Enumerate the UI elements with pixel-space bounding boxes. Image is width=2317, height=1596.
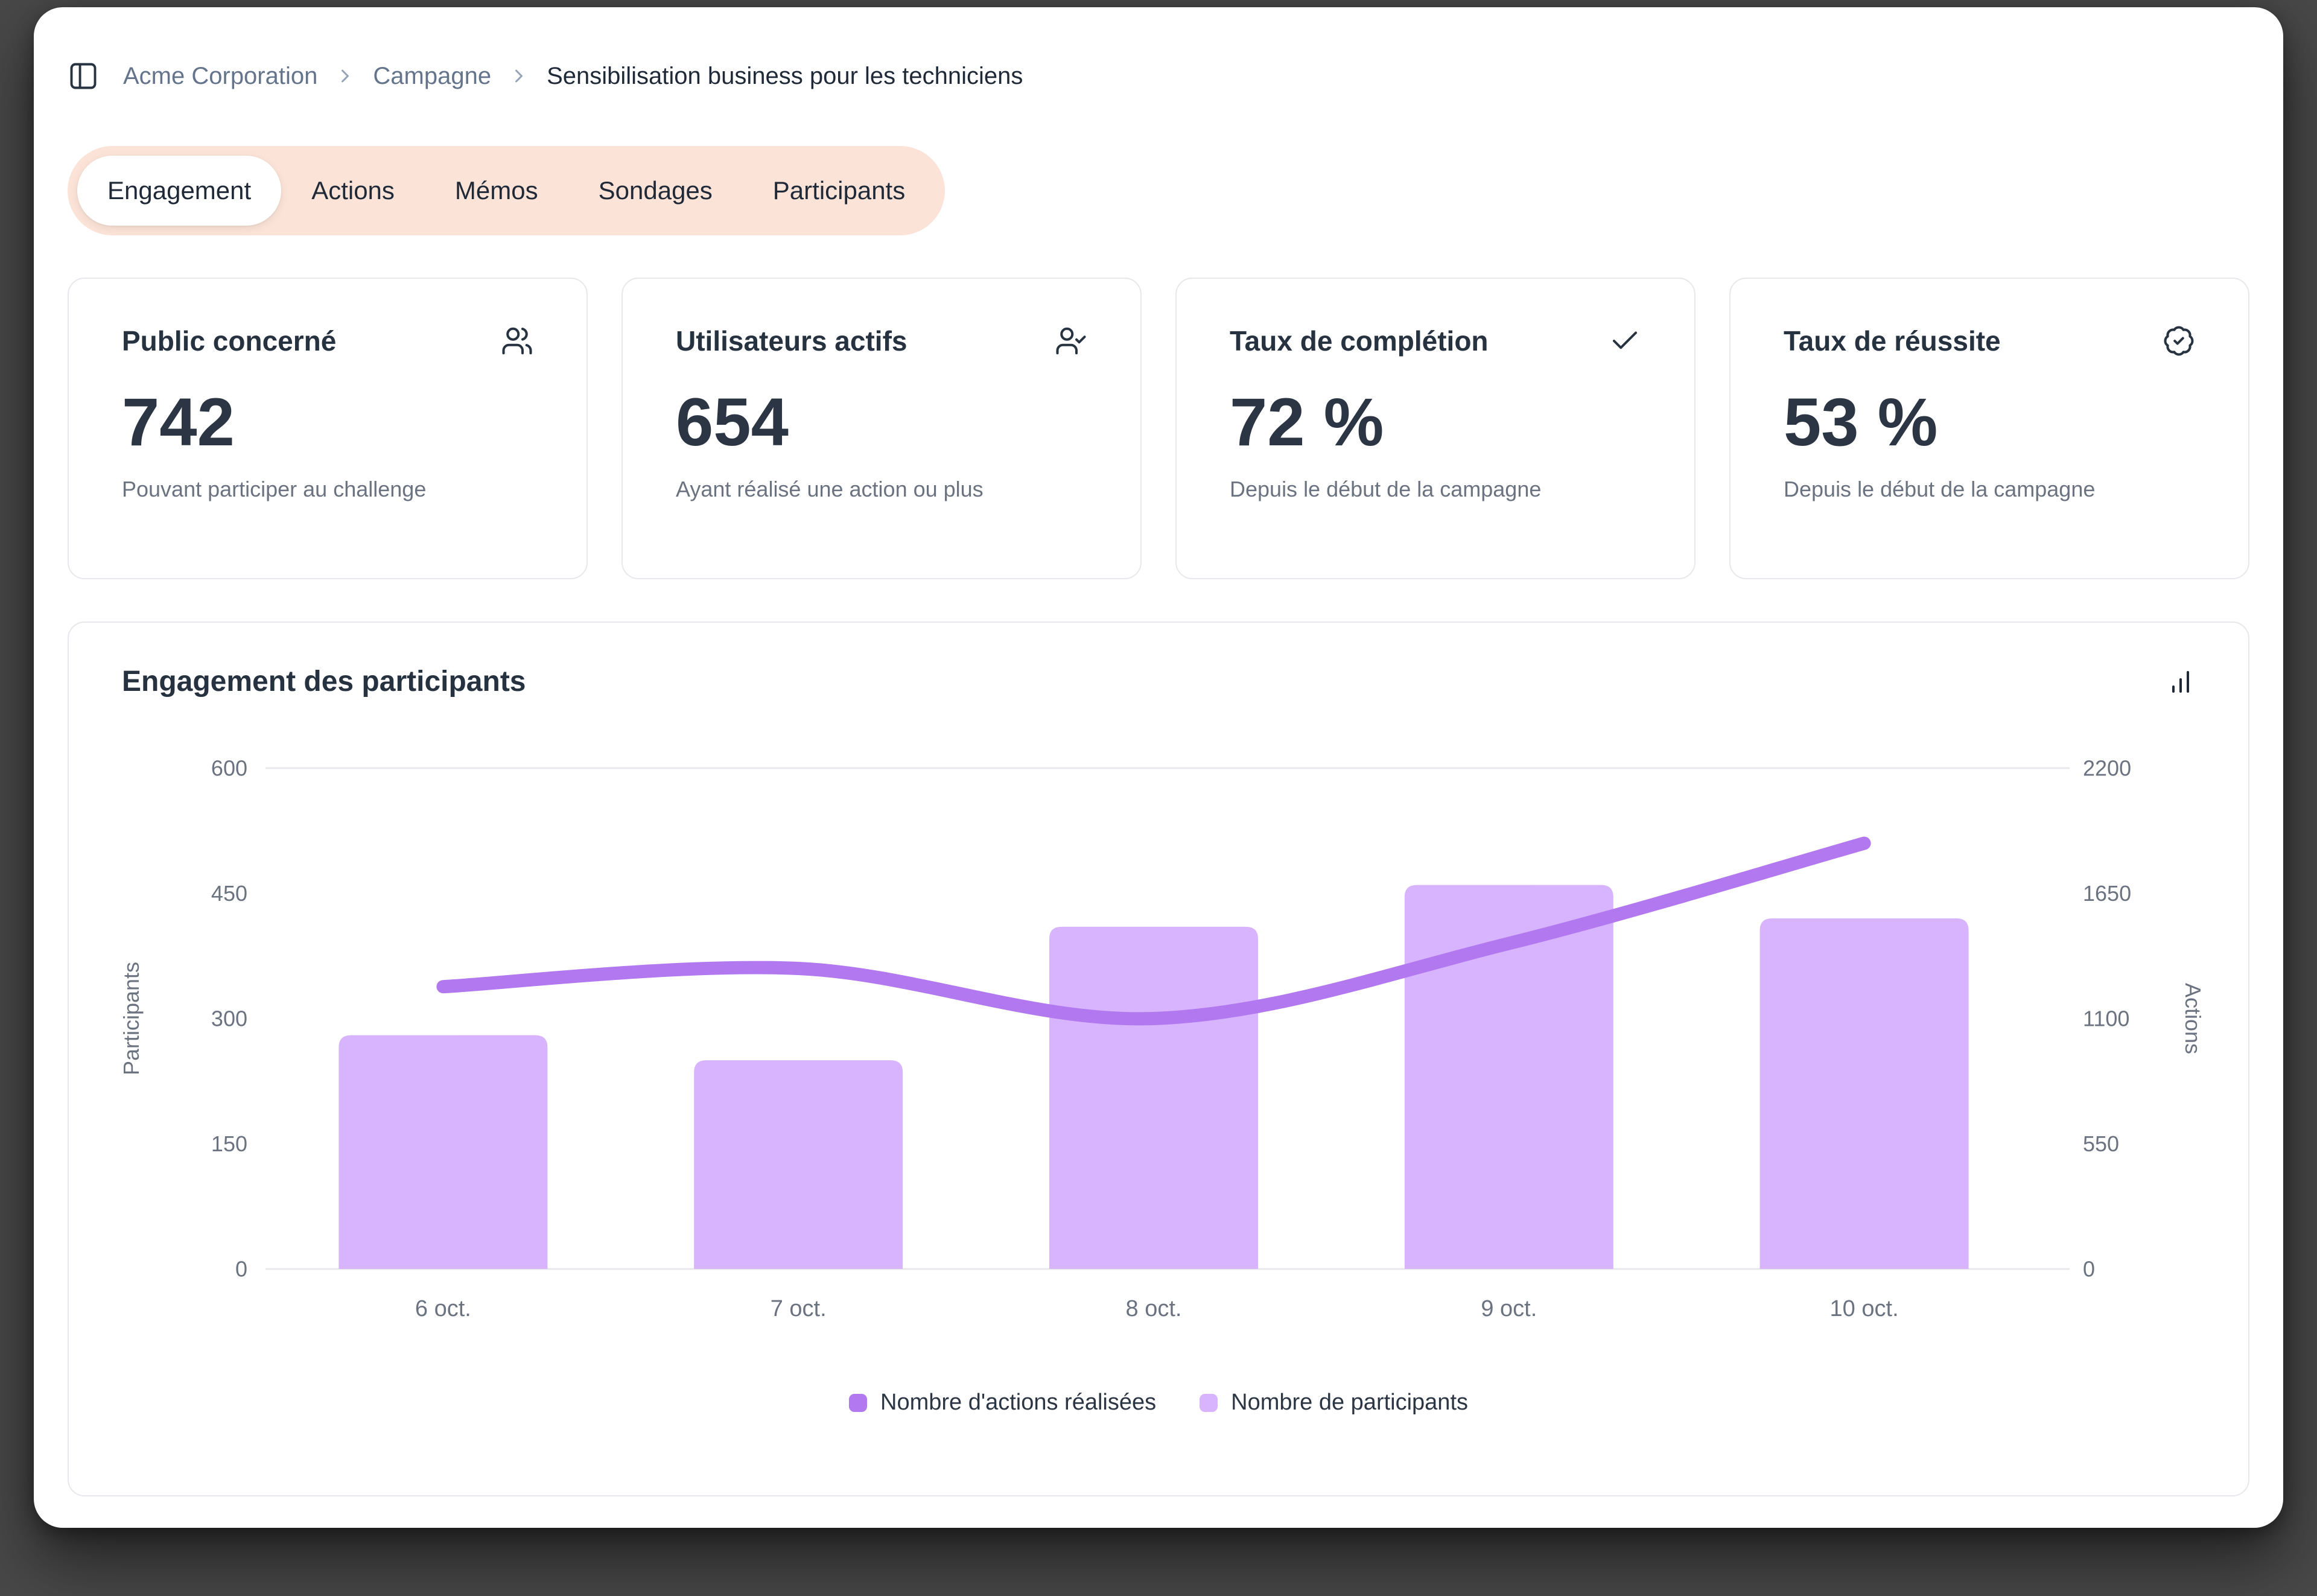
bar-participants bbox=[338, 1035, 547, 1269]
stat-card: Public concerné 742 Pouvant participer au … bbox=[68, 278, 588, 579]
tab-sondages[interactable]: Sondages bbox=[568, 156, 743, 226]
tab-bar: EngagementActionsMémosSondagesParticipan… bbox=[68, 146, 945, 235]
breadcrumb-item[interactable]: Campagne bbox=[373, 63, 491, 90]
engagement-chart: 0 150 300 450 600 0 550 1100 1650 2200 Participant… bbox=[93, 732, 2236, 1372]
stat-card-value: 53 % bbox=[1784, 389, 2195, 456]
bar-participants bbox=[1760, 918, 1969, 1269]
breadcrumb-item[interactable]: Acme Corporation bbox=[123, 63, 317, 90]
chart-title: Engagement des participants bbox=[122, 665, 526, 698]
chart-card: Engagement des participants 0 150 300 450 60… bbox=[68, 622, 2249, 1496]
chart-header: Engagement des participants bbox=[93, 665, 2224, 698]
breadcrumb-item: Sensibilisation business pour les techni… bbox=[547, 63, 1023, 90]
legend-item[interactable]: Nombre d'actions réalisées bbox=[849, 1390, 1156, 1416]
desktop-background: Acme Corporation Campagne Sensibilisation … bbox=[0, 0, 2317, 1596]
check-icon bbox=[1609, 325, 1641, 357]
stat-card-title: Public concerné bbox=[122, 325, 336, 357]
stat-card: Utilisateurs actifs 654 Ayant réalisé une … bbox=[621, 278, 1142, 579]
bar-participants bbox=[694, 1060, 903, 1269]
sidebar-toggle-button[interactable] bbox=[68, 60, 99, 92]
tab-memos[interactable]: Mémos bbox=[425, 156, 568, 226]
breadcrumb: Acme Corporation Campagne Sensibilisation … bbox=[123, 63, 1023, 90]
badge-check-icon bbox=[2163, 325, 2195, 357]
right-axis-tick: 2200 bbox=[2083, 756, 2131, 781]
panel-left-icon bbox=[68, 60, 99, 92]
app-window: Acme Corporation Campagne Sensibilisation … bbox=[34, 7, 2283, 1528]
stat-card-title: Taux de réussite bbox=[1784, 325, 2001, 357]
stat-card-header: Taux de complétion bbox=[1230, 325, 1641, 357]
stat-card-value: 742 bbox=[122, 389, 533, 456]
left-axis-tick: 0 bbox=[235, 1257, 247, 1282]
x-axis-tick: 7 oct. bbox=[771, 1296, 827, 1321]
users-icon bbox=[501, 325, 533, 357]
left-axis-tick: 150 bbox=[211, 1131, 247, 1156]
left-axis-label: Participants bbox=[119, 962, 144, 1075]
stat-card: Taux de complétion 72 % Depuis le début de… bbox=[1175, 278, 1696, 579]
stat-card-header: Public concerné bbox=[122, 325, 533, 357]
legend-item[interactable]: Nombre de participants bbox=[1200, 1390, 1468, 1416]
right-axis-tick: 1100 bbox=[2083, 1006, 2129, 1031]
tab-actions[interactable]: Actions bbox=[281, 156, 425, 226]
stat-card-subtitle: Pouvant participer au challenge bbox=[122, 477, 533, 502]
legend-swatch bbox=[1200, 1394, 1218, 1412]
stat-card-subtitle: Ayant réalisé une action ou plus bbox=[676, 477, 1087, 502]
left-axis-tick: 600 bbox=[211, 756, 247, 781]
left-axis-tick: 450 bbox=[211, 881, 247, 906]
bar-chart-icon bbox=[2166, 667, 2195, 696]
stat-card-value: 72 % bbox=[1230, 389, 1641, 456]
stat-card-subtitle: Depuis le début de la campagne bbox=[1230, 477, 1641, 502]
legend-swatch bbox=[849, 1394, 867, 1412]
stat-card-title: Taux de complétion bbox=[1230, 325, 1489, 357]
legend-label: Nombre de participants bbox=[1231, 1390, 1468, 1416]
user-check-icon bbox=[1055, 325, 1087, 357]
x-axis-tick: 9 oct. bbox=[1481, 1296, 1537, 1321]
stat-card-subtitle: Depuis le début de la campagne bbox=[1784, 477, 2195, 502]
x-axis-tick: 6 oct. bbox=[415, 1296, 471, 1321]
chevron-right-icon bbox=[508, 65, 530, 87]
left-axis-tick: 300 bbox=[211, 1006, 247, 1031]
chevron-right-icon bbox=[334, 65, 356, 87]
right-axis-tick: 550 bbox=[2083, 1131, 2119, 1156]
legend-label: Nombre d'actions réalisées bbox=[880, 1390, 1156, 1416]
x-axis-tick: 8 oct. bbox=[1126, 1296, 1182, 1321]
right-axis-tick: 1650 bbox=[2083, 881, 2131, 906]
right-axis-tick: 0 bbox=[2083, 1257, 2095, 1282]
stat-card-title: Utilisateurs actifs bbox=[676, 325, 907, 357]
x-axis-tick: 10 oct. bbox=[1830, 1296, 1899, 1321]
chart-legend: Nombre d'actions réalisées Nombre de part… bbox=[93, 1390, 2224, 1416]
stat-card-value: 654 bbox=[676, 389, 1087, 456]
tab-participants[interactable]: Participants bbox=[743, 156, 935, 226]
top-bar: Acme Corporation Campagne Sensibilisation … bbox=[68, 57, 2249, 95]
right-axis-label: Actions bbox=[2181, 983, 2205, 1054]
stat-card: Taux de réussite 53 % Depuis le début de l… bbox=[1729, 278, 2249, 579]
tab-engagement[interactable]: Engagement bbox=[77, 156, 281, 226]
stat-card-header: Taux de réussite bbox=[1784, 325, 2195, 357]
bar-participants bbox=[1049, 927, 1258, 1269]
stat-card-header: Utilisateurs actifs bbox=[676, 325, 1087, 357]
stat-cards-row: Public concerné 742 Pouvant participer au … bbox=[68, 278, 2249, 579]
